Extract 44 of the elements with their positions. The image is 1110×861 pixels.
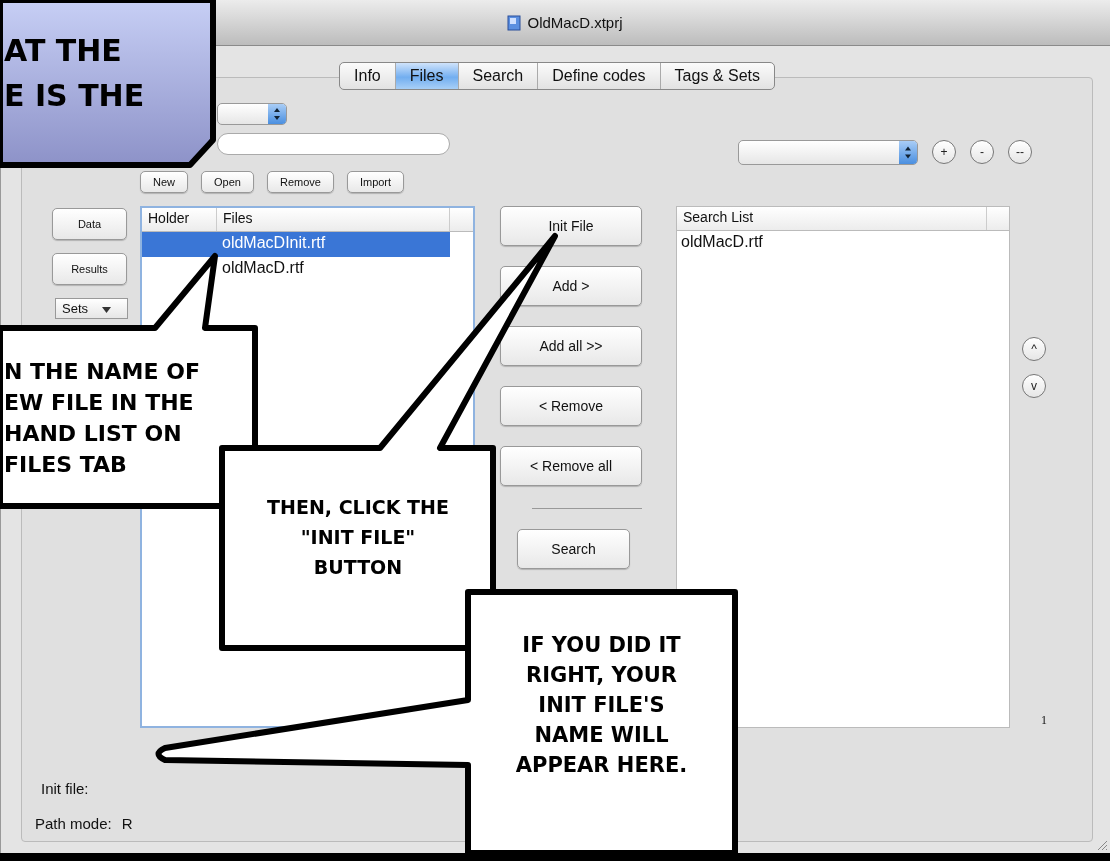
transfer-button[interactable]: Init File	[500, 206, 642, 246]
file-row[interactable]: oldMacDInit.rtf	[142, 232, 450, 257]
popup-menu[interactable]	[217, 103, 287, 125]
move-button[interactable]: v	[1022, 374, 1046, 398]
init-file-label: Init file:	[41, 780, 90, 797]
tab[interactable]: Files	[394, 63, 458, 89]
transfer-button[interactable]: Add all >>	[500, 326, 642, 366]
caret-icon	[102, 306, 111, 313]
item-count: 1	[1041, 713, 1047, 728]
callout-text: IF YOU DID IT RIGHT, YOUR INIT FILE'S NAME WILL APPEAR HERE.	[514, 632, 689, 779]
tab[interactable]: Info	[340, 63, 395, 89]
column-header[interactable]: Files	[217, 208, 450, 231]
resize-grip-icon[interactable]	[1096, 839, 1108, 851]
toolbar-button[interactable]: Import	[346, 171, 405, 193]
list-item[interactable]: oldMacD.rtf	[677, 231, 986, 256]
round-button[interactable]: --	[1008, 140, 1032, 164]
round-button[interactable]: +	[932, 140, 956, 164]
sets-dropdown[interactable]: Sets	[55, 298, 128, 319]
window-title: OldMacD.xtprj	[527, 14, 623, 31]
popup-menu[interactable]	[738, 140, 918, 165]
toolbar-button[interactable]: Remove	[266, 171, 334, 193]
path-mode-label: Path mode:	[35, 815, 112, 832]
side-button[interactable]: Results	[52, 253, 127, 285]
callout-text: THEN, CLICK THE "INIT FILE" BUTTON	[266, 495, 450, 580]
path-mode-value: R	[121, 815, 133, 832]
stepper-icon	[268, 104, 286, 124]
tab[interactable]: Define codes	[537, 63, 660, 89]
transfer-button[interactable]: < Remove	[500, 386, 642, 426]
text-field[interactable]	[217, 133, 450, 155]
callout-text: AT THE E IS THE	[4, 32, 145, 115]
tab[interactable]: Search	[457, 63, 538, 89]
stepper-icon	[899, 141, 917, 164]
file-row[interactable]: oldMacD.rtf	[142, 257, 450, 282]
document-icon	[507, 14, 522, 31]
tab[interactable]: Tags & Sets	[659, 63, 774, 89]
toolbar-button[interactable]: New	[140, 171, 188, 193]
callout-text: N THE NAME OF EW FILE IN THE HAND LIST ON FILES TAB	[4, 358, 200, 479]
side-button[interactable]: Data	[52, 208, 127, 240]
transfer-button[interactable]: < Remove all	[500, 446, 642, 486]
round-button[interactable]: -	[970, 140, 994, 164]
search-button[interactable]: Search	[517, 529, 630, 569]
toolbar-button[interactable]: Open	[201, 171, 254, 193]
move-button[interactable]: ^	[1022, 337, 1046, 361]
column-header[interactable]: Holder	[142, 208, 217, 231]
